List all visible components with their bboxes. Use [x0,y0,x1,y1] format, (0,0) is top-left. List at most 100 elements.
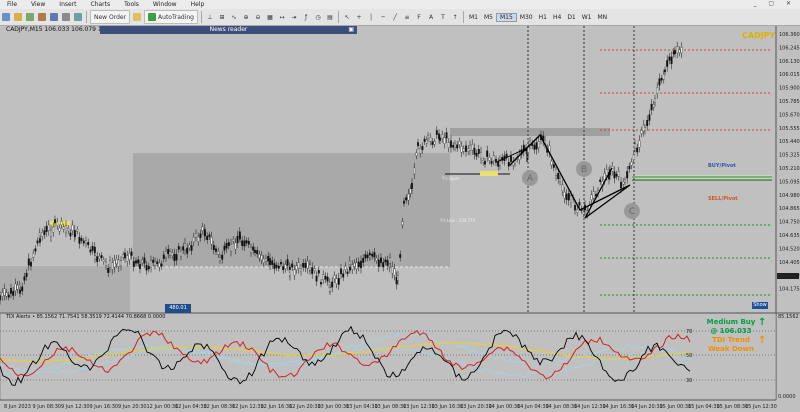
price-label: 105.555 [779,126,800,132]
candle-body [421,145,424,151]
candle-body [227,242,230,247]
news-reader-bar[interactable]: News reader ▣ [100,26,357,34]
candle-body [124,252,126,259]
candle-body [192,237,195,243]
candle-body [660,78,663,81]
candle-body [201,226,204,231]
candle-body [284,264,287,269]
candle-body [78,237,81,244]
close-icon[interactable]: ▣ [348,26,354,34]
candle-body [3,288,6,296]
candle-body [590,194,593,200]
price-label: 104.980 [779,193,800,199]
candle-body [656,87,659,94]
candle-body [373,252,376,258]
candle-body [369,254,371,258]
candle-body [678,49,681,53]
candle-body [435,130,438,135]
candle-body [567,193,570,201]
candle-body [311,267,314,274]
candle-body [152,259,155,263]
candle-body [182,246,185,251]
candle-body [277,265,280,269]
candle-body [113,260,116,268]
candle-body [107,268,110,273]
candle-body [652,104,655,108]
candle-body [386,260,389,266]
tdi-max-label: 85.1562 [778,314,799,320]
candle-body [497,161,500,167]
candle-body [137,259,140,264]
tdi-indicator-label: TDI Alerts • 85.1562 71.7541 58.3519 72.… [6,314,166,320]
high-zone [450,128,610,136]
candle-body [640,130,643,134]
time-label: 14 Jun 04:30 [517,404,549,410]
candle-body [98,256,101,259]
price-label: 104.175 [779,287,800,293]
candle-body [452,145,455,148]
candle-body [300,267,302,273]
time-label: 13 Jun 08:30 [375,404,407,410]
candle-body [650,103,653,111]
candle-body [409,188,412,194]
candle-body [304,262,307,268]
candle-body [225,243,228,249]
candle-body [626,171,629,179]
candle-body [169,251,171,256]
candle-body [490,160,493,164]
time-label: 12 Jun 08:30 [204,404,236,410]
candle-body [258,254,261,259]
price-label: 105.785 [779,99,800,105]
candle-body [415,152,418,156]
candle-body [143,257,146,264]
candle-body [212,245,215,251]
candle-body [282,266,285,271]
candle-body [150,260,152,268]
candle-body [139,264,141,270]
candle-body [286,259,289,266]
candle-body [391,266,394,274]
time-label: 15 Jun 04:30 [688,404,720,410]
candle-body [342,273,345,278]
candle-body [80,238,83,241]
candle-body [331,281,334,288]
candle-body [105,261,107,267]
candle-body [552,164,555,168]
tdi-trend-signal: TDI Trend Weak Down [706,336,756,354]
candle-body [624,179,626,183]
candle-body [135,260,137,264]
price-label: 106.245 [779,45,800,51]
candle-body [1,292,4,297]
candle-body [41,232,44,237]
candle-body [329,287,331,292]
candle-body [94,255,96,260]
pattern-label-c: C [629,207,635,217]
time-label: 15 Jun 08:30 [717,404,749,410]
candle-body [380,257,382,263]
candle-body [419,148,422,154]
candle-body [666,60,669,67]
candle-body [467,148,470,152]
candle-body [364,254,367,259]
tdi-level-70: 70 [686,329,692,335]
candle-body [188,244,191,248]
candle-body [199,233,202,238]
candle-body [384,259,387,263]
candle-body [208,234,211,237]
price-chart[interactable]: A B C Y's Open Y's Low : 104.774 106.360… [0,0,800,412]
candle-body [510,155,512,162]
show-button[interactable]: Show [752,302,768,309]
candle-body [273,263,276,270]
candle-body [417,142,419,147]
tdi-level-50: 50 [686,353,692,359]
candle-body [115,259,118,264]
candle-body [111,262,114,270]
candle-body [271,260,274,265]
tdi-min-label: 0.0000 [778,394,796,400]
candle-body [122,254,125,258]
arrow-up-orange-icon: ↑ [758,335,767,346]
candle-body [74,233,76,237]
candle-body [317,270,320,274]
trend-value: Weak Down [707,345,755,353]
candle-body [91,245,94,251]
